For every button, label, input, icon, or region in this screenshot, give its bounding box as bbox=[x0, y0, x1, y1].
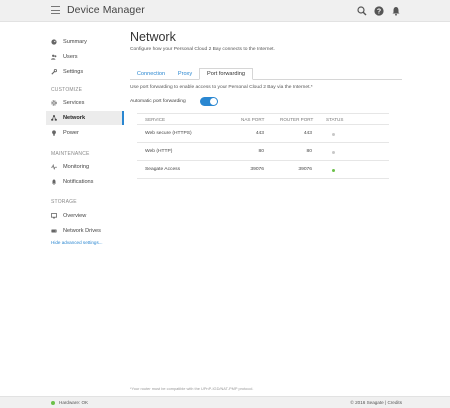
service-name: Web (HTTP) bbox=[145, 149, 173, 154]
tab-bar: Connection Proxy Port forwarding bbox=[130, 68, 402, 80]
sidebar-item-services[interactable]: Services bbox=[46, 96, 124, 110]
page-subtitle: Configure how your Personal Cloud 2 Bay … bbox=[130, 47, 275, 52]
sidebar-item-notifications[interactable]: Notifications bbox=[46, 175, 124, 189]
hide-advanced-settings-link[interactable]: Hide advanced settings... bbox=[51, 240, 103, 245]
service-name: Web secure (HTTPS) bbox=[145, 131, 192, 136]
bulb-icon bbox=[51, 130, 57, 136]
svg-text:?: ? bbox=[377, 9, 381, 16]
sidebar-item-label: Notifications bbox=[63, 179, 94, 185]
bell-icon[interactable] bbox=[391, 6, 401, 16]
column-header-status: STATUS bbox=[326, 117, 344, 122]
sidebar-item-label: Network bbox=[63, 115, 86, 121]
status-bar: Hardware: OK © 2016 Seagate | Credits bbox=[0, 396, 450, 408]
wrench-icon bbox=[51, 69, 57, 75]
drive-icon bbox=[51, 228, 57, 234]
column-header-nas-port: NAS PORT bbox=[241, 117, 265, 122]
monitor-icon bbox=[51, 213, 57, 219]
sidebar-item-label: Services bbox=[63, 100, 85, 106]
main-content: Network Configure how your Personal Clou… bbox=[130, 30, 402, 179]
sidebar-section-storage: STORAGE bbox=[51, 199, 77, 205]
sidebar-item-label: Network Drives bbox=[63, 228, 101, 234]
nas-port-value: 39076 bbox=[250, 167, 264, 172]
sidebar-item-label: Overview bbox=[63, 213, 87, 219]
users-icon bbox=[51, 54, 57, 60]
sidebar-item-label: Monitoring bbox=[63, 164, 90, 170]
top-bar: Device Manager ? bbox=[0, 0, 450, 22]
copyright-credits[interactable]: © 2016 Seagate | Credits bbox=[350, 400, 402, 405]
router-port-value: 80 bbox=[306, 149, 312, 154]
tab-proxy[interactable]: Proxy bbox=[173, 68, 197, 80]
table-header: SERVICE NAS PORT ROUTER PORT STATUS bbox=[137, 113, 389, 125]
gear-icon bbox=[51, 100, 57, 106]
app-title: Device Manager bbox=[67, 4, 145, 16]
sidebar-item-overview[interactable]: Overview bbox=[46, 209, 124, 223]
nas-port-value: 80 bbox=[258, 149, 264, 154]
nas-port-value: 443 bbox=[255, 131, 264, 136]
hardware-status-text: Hardware: OK bbox=[59, 400, 89, 405]
sidebar-item-label: Summary bbox=[63, 39, 87, 45]
service-name: Seagate Access bbox=[145, 167, 181, 172]
status-indicator bbox=[332, 169, 335, 172]
table-row[interactable]: Web (HTTP) 80 80 bbox=[137, 143, 389, 161]
network-icon bbox=[51, 115, 57, 121]
sidebar-item-network[interactable]: Network bbox=[46, 111, 124, 125]
status-indicator bbox=[332, 151, 335, 154]
sidebar-item-label: Settings bbox=[63, 69, 84, 75]
status-indicator bbox=[332, 133, 335, 136]
sidebar-item-settings[interactable]: Settings bbox=[46, 65, 124, 79]
tab-connection[interactable]: Connection bbox=[130, 68, 172, 80]
router-port-value: 443 bbox=[303, 131, 312, 136]
sidebar-item-network-drives[interactable]: Network Drives bbox=[46, 224, 124, 238]
auto-port-forwarding-toggle[interactable] bbox=[200, 97, 218, 106]
sidebar-item-users[interactable]: Users bbox=[46, 50, 124, 64]
table-row[interactable]: Web secure (HTTPS) 443 443 bbox=[137, 125, 389, 143]
sidebar-item-monitoring[interactable]: Monitoring bbox=[46, 160, 124, 174]
sidebar-item-label: Power bbox=[63, 130, 79, 136]
auto-port-forwarding-label: Automatic port forwarding bbox=[130, 99, 186, 104]
pulse-icon bbox=[51, 164, 57, 170]
search-icon[interactable] bbox=[357, 6, 367, 16]
hamburger-menu-icon[interactable] bbox=[51, 6, 60, 14]
router-port-value: 39076 bbox=[298, 167, 312, 172]
column-header-service: SERVICE bbox=[145, 117, 166, 122]
sidebar-item-summary[interactable]: Summary bbox=[46, 35, 124, 49]
column-header-router-port: ROUTER PORT bbox=[280, 117, 314, 122]
bell-icon bbox=[51, 179, 57, 185]
tab-port-forwarding[interactable]: Port forwarding bbox=[199, 68, 253, 80]
sidebar-section-maintenance: MAINTENANCE bbox=[51, 151, 90, 157]
sidebar-item-power[interactable]: Power bbox=[46, 126, 124, 140]
port-forwarding-table: SERVICE NAS PORT ROUTER PORT STATUS Web … bbox=[137, 113, 389, 179]
toggle-knob bbox=[210, 98, 217, 105]
table-row[interactable]: Seagate Access 39076 39076 bbox=[137, 161, 389, 179]
page-title: Network bbox=[130, 30, 176, 44]
sidebar-section-customize: CUSTOMIZE bbox=[51, 87, 83, 93]
help-icon[interactable]: ? bbox=[374, 6, 384, 16]
sidebar-item-label: Users bbox=[63, 54, 78, 60]
gauge-icon bbox=[51, 39, 57, 45]
port-forwarding-description: Use port forwarding to enable access to … bbox=[130, 85, 313, 90]
hardware-status-dot bbox=[51, 401, 55, 405]
upnp-footnote: *Your router must be compatible with the… bbox=[130, 386, 254, 391]
